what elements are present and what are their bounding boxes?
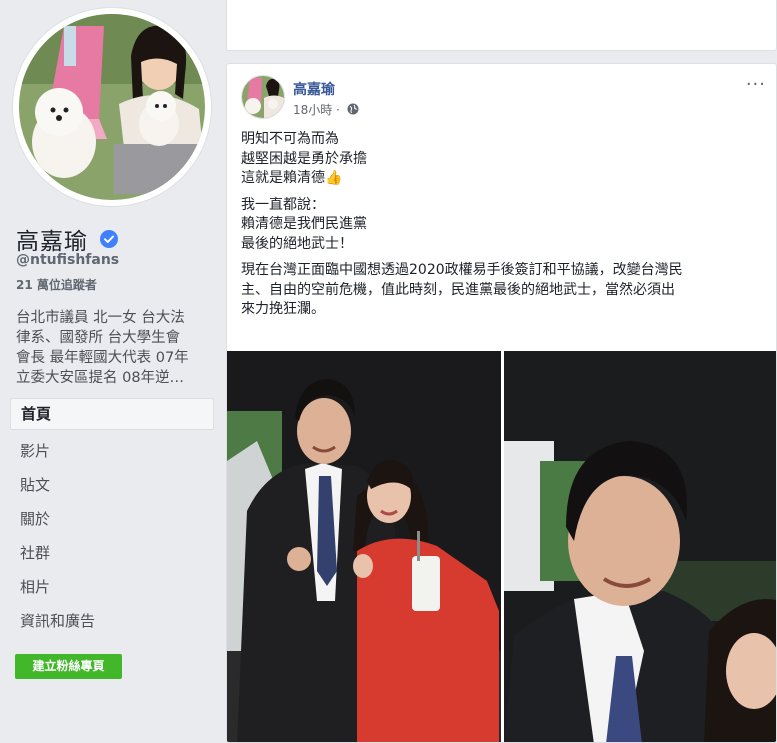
page-nav: 首頁 影片 貼文 關於 社群 相片 資訊和廣告: [10, 398, 214, 638]
post-text: 明知不可為而為 越堅困越是勇於承擔 這就是賴清德👍 我一直都說： 賴清德是我們民…: [241, 130, 761, 327]
post-line: 賴清德是我們民進黨: [241, 216, 367, 232]
post-paragraph: 我一直都說： 賴清德是我們民進黨 最後的絕地武士！: [241, 196, 761, 255]
post-author-avatar[interactable]: [241, 75, 285, 119]
post-line: 主、自由的空前危機，值此時刻，民進黨最後的絕地武士，當然必須出: [241, 281, 675, 298]
create-page-button[interactable]: 建立粉絲專頁: [15, 654, 122, 679]
followers-number: 21: [16, 278, 33, 292]
nav-item-posts[interactable]: 貼文: [10, 468, 214, 502]
post-meta: 18小時 ·: [293, 101, 359, 118]
page-bio: 台北市議員 北一女 台大法 律系、國發所 台大學生會 會長 最年輕國大代表 07…: [16, 308, 212, 388]
nav-item-home[interactable]: 首頁: [10, 398, 214, 430]
nav-item-videos[interactable]: 影片: [10, 434, 214, 468]
thumbs-up-emoji-icon: 👍: [325, 170, 343, 186]
meta-separator: ·: [332, 103, 344, 117]
post-options-button[interactable]: ···: [746, 74, 766, 95]
followers-count: 21 萬位追蹤者: [16, 276, 97, 293]
post-line: 這就是賴清德: [241, 170, 325, 186]
globe-icon[interactable]: [347, 103, 359, 118]
page-sidebar: 高嘉瑜 @ntufishfans 21 萬位追蹤者 台北市議員 北一女 台大法 …: [0, 0, 222, 734]
profile-picture[interactable]: [13, 8, 211, 206]
post-line: 我一直都說：: [241, 196, 325, 213]
verified-badge-icon: [100, 228, 119, 254]
page-handle[interactable]: @ntufishfans: [16, 252, 119, 268]
previous-post-card: [226, 0, 777, 51]
post-paragraph: 明知不可為而為 越堅困越是勇於承擔 這就是賴清德👍: [241, 130, 761, 189]
post-photo-2[interactable]: [504, 351, 776, 742]
nav-item-about[interactable]: 關於: [10, 502, 214, 536]
post-line: 明知不可為而為: [241, 131, 339, 147]
page-name[interactable]: 高嘉瑜: [16, 222, 119, 256]
bio-line: 會長 最年輕國大代表 07年: [16, 350, 189, 366]
nav-item-photos[interactable]: 相片: [10, 570, 214, 604]
post-line: 來力挽狂瀾。: [241, 301, 325, 317]
bio-line: 律系、國發所 台大學生會: [16, 330, 181, 346]
post-photo-1[interactable]: [227, 351, 501, 742]
post-line: 越堅困越是勇於承擔: [241, 150, 367, 167]
post-line: 現在台灣正面臨中國想透過2020政權易手後簽訂和平協議，改變台灣民: [241, 262, 683, 278]
bio-line: 立委大安區提名 08年逆…: [16, 370, 185, 386]
profile-photo: [19, 14, 205, 200]
feed-post: 高嘉瑜 18小時 · ··· 明知不可為而為 越堅困越是勇於承擔 這就是賴清德👍…: [226, 63, 777, 743]
bio-line: 台北市議員 北一女 台大法: [16, 310, 185, 326]
post-line: 最後的絕地武士！: [241, 235, 353, 252]
post-timestamp[interactable]: 18小時: [293, 103, 332, 117]
post-paragraph: 現在台灣正面臨中國想透過2020政權易手後簽訂和平協議，改變台灣民 主、自由的空…: [241, 261, 761, 320]
nav-item-community[interactable]: 社群: [10, 536, 214, 570]
nav-item-info-and-ads[interactable]: 資訊和廣告: [10, 604, 214, 638]
post-author-name[interactable]: 高嘉瑜: [293, 79, 335, 99]
followers-label: 萬位追蹤者: [32, 278, 97, 292]
